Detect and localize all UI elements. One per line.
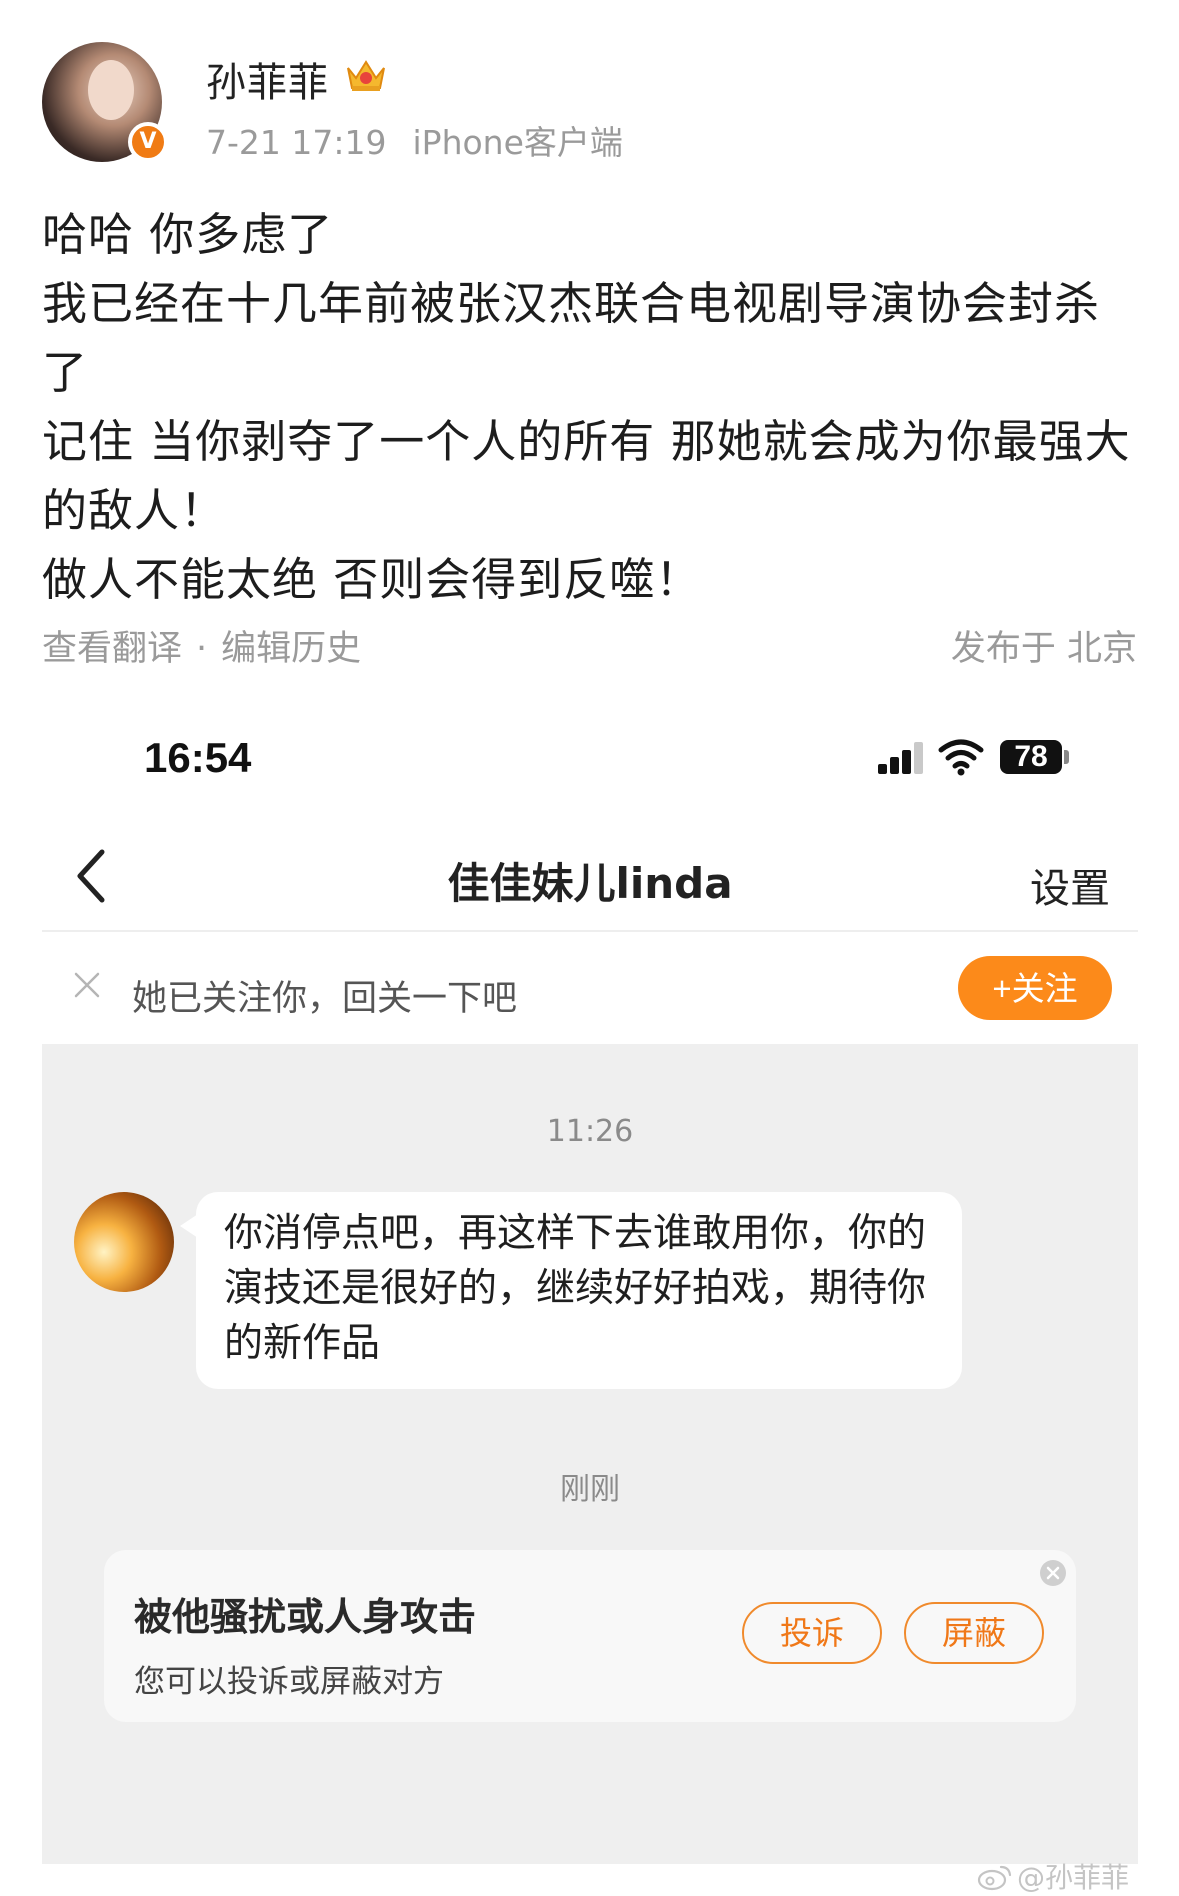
message-timestamp: 刚刚 <box>560 1472 620 1507</box>
report-card-title: 被他骚扰或人身攻击 <box>134 1595 477 1639</box>
avatar-face <box>88 60 134 120</box>
post-line: 记住 当你剥夺了一个人的所有 那她就会成为你最强大的敌人！ <box>42 415 1131 537</box>
status-time: 16:54 <box>144 734 252 781</box>
post-line: 哈哈 你多虑了 <box>42 208 334 261</box>
sender-avatar[interactable] <box>74 1192 174 1292</box>
follow-prompt-text: 她已关注你，回关一下吧 <box>132 979 518 1019</box>
post-meta: 7-21 17:19 iPhone客户端 <box>206 116 623 164</box>
watermark: @孙菲菲 <box>977 1856 1129 1896</box>
message-bubble[interactable]: 你消停点吧，再这样下去谁敢用你，你的演技还是很好的，继续好好拍戏，期待你的新作品 <box>180 1192 962 1389</box>
chat-area[interactable]: 11:26 你消停点吧，再这样下去谁敢用你，你的演技还是很好的，继续好好拍戏，期… <box>42 1044 1138 1864</box>
wifi-icon <box>938 739 984 776</box>
verified-badge-icon: V <box>128 122 168 162</box>
edit-history-link[interactable]: 编辑历史 <box>221 629 361 669</box>
translate-link[interactable]: 查看翻译 <box>42 629 182 669</box>
post-header: V 孙菲菲 7-21 17:19 iPhone客户端 <box>42 42 1142 172</box>
status-bar: 16:54 78 <box>42 730 1138 790</box>
chat-nav-bar: 佳佳妹儿linda 设置 <box>42 820 1138 932</box>
block-button[interactable]: 屏蔽 <box>904 1602 1044 1664</box>
report-card-subtitle: 您可以投诉或屏蔽对方 <box>134 1664 444 1700</box>
post-footer: 查看翻译 · 编辑历史 发布于 北京 <box>42 620 1137 671</box>
post-date: 7-21 17:19 <box>206 123 387 162</box>
battery-icon: 78 <box>1000 740 1062 774</box>
crown-icon <box>347 60 385 91</box>
footer-separator: · <box>196 629 208 669</box>
battery-cap <box>1064 750 1069 764</box>
username[interactable]: 孙菲菲 <box>206 50 329 108</box>
post-client: iPhone客户端 <box>412 123 623 162</box>
post-location: 发布于 北京 <box>950 629 1137 669</box>
harassment-report-card: 被他骚扰或人身攻击 您可以投诉或屏蔽对方 投诉 屏蔽 <box>104 1550 1076 1722</box>
card-close-icon[interactable] <box>1038 1558 1068 1588</box>
watermark-text: @孙菲菲 <box>1016 1861 1129 1894</box>
post-line: 我已经在十几年前被张汉杰联合电视剧导演协会封杀了 <box>42 277 1101 399</box>
weibo-logo-icon <box>977 1865 1012 1891</box>
message-timestamp: 11:26 <box>546 1114 634 1149</box>
report-button[interactable]: 投诉 <box>742 1602 882 1664</box>
close-icon[interactable] <box>72 970 102 1000</box>
signal-icon <box>878 742 923 774</box>
settings-button[interactable]: 设置 <box>1030 856 1110 914</box>
avatar[interactable]: V <box>42 42 168 162</box>
follow-prompt-bar: 她已关注你，回关一下吧 +关注 <box>42 932 1138 1044</box>
follow-button[interactable]: +关注 <box>958 956 1112 1020</box>
post-body: 哈哈 你多虑了 我已经在十几年前被张汉杰联合电视剧导演协会封杀了 记住 当你剥夺… <box>42 200 1142 614</box>
post-line: 做人不能太绝 否则会得到反噬！ <box>42 553 702 606</box>
chat-title: 佳佳妹儿linda <box>447 859 733 908</box>
